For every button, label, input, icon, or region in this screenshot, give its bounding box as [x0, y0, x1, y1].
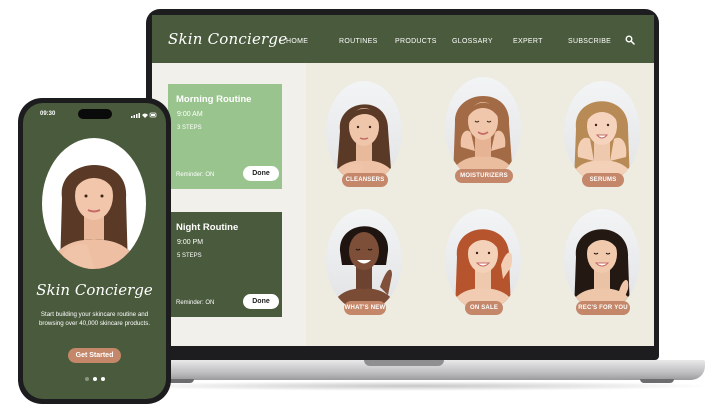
get-started-button[interactable]: Get Started [68, 348, 121, 363]
category-tile-whats-new[interactable]: WHAT'S NEW [324, 209, 406, 319]
category-label: WHAT'S NEW [344, 301, 386, 315]
page-indicator[interactable] [85, 377, 107, 381]
category-label: REC'S FOR YOU [576, 301, 630, 315]
model-portrait-image [564, 209, 640, 311]
routine-time: 9:00 AM [177, 111, 203, 118]
laptop-shadow [110, 381, 717, 391]
nav-subscribe[interactable]: SUBSCRIBE [568, 38, 611, 45]
routine-card-morning[interactable]: Morning Routine 9:00 AM 3 STEPS Reminder… [168, 84, 282, 189]
routine-reminder[interactable]: Reminder: ON [176, 300, 214, 306]
model-portrait-image [564, 81, 640, 183]
nav-products[interactable]: PRODUCTS [395, 38, 437, 45]
status-icons [131, 112, 157, 118]
category-label: SERUMS [582, 173, 624, 187]
page-dot[interactable] [85, 377, 89, 381]
category-tile-on-sale[interactable]: ON SALE [443, 209, 525, 319]
laptop-hinge-notch [364, 360, 444, 366]
category-label: CLEANSERS [342, 173, 388, 187]
routine-time: 9:00 PM [177, 239, 204, 246]
category-tile-cleansers[interactable]: CLEANSERS [324, 81, 406, 191]
model-portrait-image [326, 81, 402, 183]
routine-steps: 3 STEPS [177, 125, 202, 131]
laptop-screen: Skin Concierge HOME ROUTINES PRODUCTS GL… [152, 15, 654, 346]
onboarding-tagline: Start building your skincare routine and… [38, 311, 151, 327]
page-dot[interactable] [101, 377, 105, 381]
model-portrait-image [445, 209, 521, 311]
laptop-foot [640, 379, 674, 383]
search-icon[interactable] [625, 35, 635, 45]
model-portrait-image [326, 209, 402, 311]
category-tile-moisturizers[interactable]: MOISTURIZERS [443, 77, 525, 187]
model-portrait-image [445, 77, 521, 179]
done-button[interactable]: Done [243, 166, 279, 181]
routine-title: Morning Routine [176, 94, 252, 105]
site-logo[interactable]: Skin Concierge [168, 30, 287, 48]
routine-reminder[interactable]: Reminder: ON [176, 172, 214, 178]
phone-screen: 09:30 Skin Concierge Start building your… [23, 103, 166, 399]
app-logo: Skin Concierge [36, 281, 153, 299]
nav-expert[interactable]: EXPERT [513, 38, 543, 45]
routine-card-night[interactable]: Night Routine 9:00 PM 5 STEPS Reminder: … [168, 212, 282, 317]
category-tile-serums[interactable]: SERUMS [562, 81, 644, 191]
routine-title: Night Routine [176, 222, 239, 233]
hero-portrait-image [42, 138, 146, 269]
category-label: ON SALE [465, 301, 503, 315]
dynamic-island [78, 109, 112, 119]
routine-steps: 5 STEPS [177, 253, 202, 259]
top-navigation: Skin Concierge HOME ROUTINES PRODUCTS GL… [152, 15, 654, 63]
nav-routines[interactable]: ROUTINES [339, 38, 378, 45]
status-time: 09:30 [40, 111, 56, 117]
category-tile-recs-for-you[interactable]: REC'S FOR YOU [562, 209, 644, 319]
done-button[interactable]: Done [243, 294, 279, 309]
page-dot-active[interactable] [93, 377, 97, 381]
nav-glossary[interactable]: GLOSSARY [452, 38, 493, 45]
nav-home[interactable]: HOME [286, 38, 308, 45]
category-label: MOISTURIZERS [455, 169, 513, 183]
